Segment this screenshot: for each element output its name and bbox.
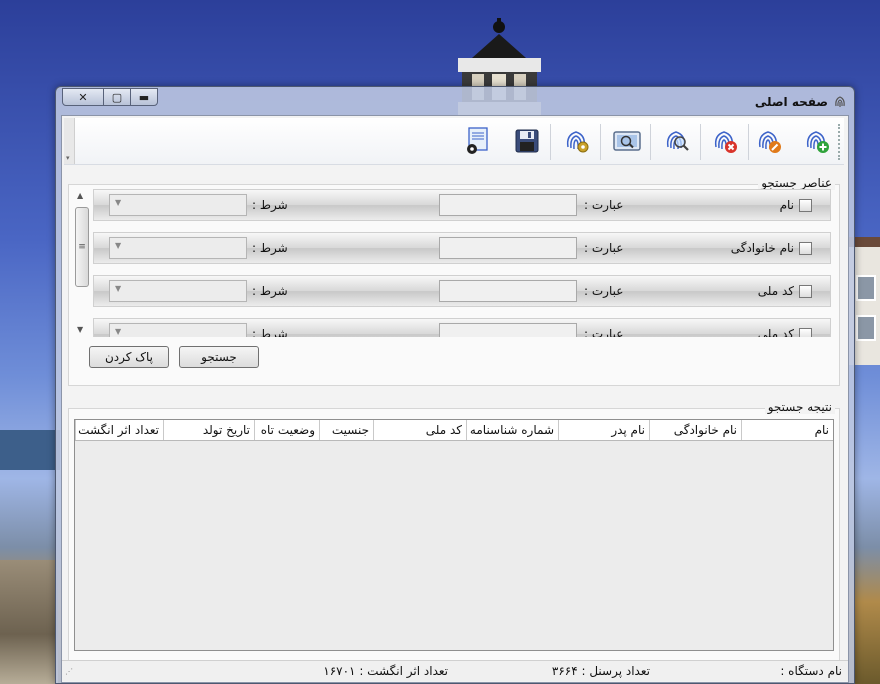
scroll-down-arrow-icon[interactable]: ▼ <box>77 325 83 334</box>
chevron-down-icon: ▼ <box>115 198 122 207</box>
fingerprint-settings-icon <box>566 131 589 153</box>
document-settings-icon <box>467 127 488 154</box>
fingerprint-search-icon <box>666 131 689 151</box>
device-name-status: نام دستگاه : <box>780 664 842 678</box>
search-button[interactable]: جستجو <box>179 346 259 368</box>
window-title: صفحه اصلی <box>754 95 828 109</box>
column-header[interactable]: وضعیت تاه <box>254 420 319 440</box>
fingerprint-edit-icon <box>758 131 781 153</box>
criteria-checkbox[interactable] <box>799 242 812 255</box>
results-table-header: نام نام خانوادگی نام پدر شماره شناسنامه … <box>75 420 833 441</box>
scroll-thumb[interactable]: ≡ <box>75 207 89 287</box>
criteria-checkbox[interactable] <box>799 199 812 212</box>
add-fingerprint-button[interactable] <box>800 124 834 158</box>
expression-label: عبارت : <box>584 284 624 298</box>
edit-fingerprint-button[interactable] <box>752 124 786 158</box>
criteria-scrollbar[interactable]: ▲ ≡ ▼ <box>75 191 89 336</box>
sea-image <box>0 430 60 470</box>
condition-label: شرط : <box>252 241 288 255</box>
criteria-field-name: نام <box>779 198 794 212</box>
toolbar: ▾ <box>64 118 844 165</box>
expression-input[interactable] <box>439 194 577 216</box>
criteria-field-name: نام خانوادگی <box>730 241 794 255</box>
column-header[interactable]: تعداد اثر انگشت <box>75 420 163 440</box>
scan-preview-icon <box>613 131 641 151</box>
criteria-row-national-code: کد ملی عبارت : شرط : ▼ <box>93 275 831 307</box>
maximize-button[interactable]: ▢ <box>103 88 131 106</box>
expression-label: عبارت : <box>584 241 624 255</box>
criteria-row-partial: کد ملی عبارت : شرط : ▼ <box>93 318 831 337</box>
column-header[interactable]: جنسیت <box>319 420 373 440</box>
save-icon <box>515 129 539 153</box>
fingerprint-add-icon <box>806 131 829 153</box>
criteria-row-first-name: نام عبارت : شرط : ▼ <box>93 189 831 221</box>
search-criteria-group: عناصر جستجو ▲ ≡ ▼ نام عبارت : شرط : ▼ نا… <box>68 176 840 386</box>
condition-dropdown[interactable]: ▼ <box>109 323 247 337</box>
scroll-up-arrow-icon[interactable]: ▲ <box>77 191 83 200</box>
column-header[interactable]: نام پدر <box>558 420 649 440</box>
client-area: ▾ عناصر جستجو ▲ ≡ ▼ نام عبارت: شرط: ▼ … <box>61 115 849 683</box>
condition-dropdown[interactable]: ▼ <box>109 237 247 259</box>
resize-grip-icon[interactable]: ⋰ <box>65 667 73 676</box>
results-table[interactable]: نام نام خانوادگی نام پدر شماره شناسنامه … <box>74 419 834 651</box>
column-header[interactable]: شماره شناسنامه <box>466 420 558 440</box>
save-button[interactable] <box>510 124 544 158</box>
search-fingerprint-button[interactable] <box>660 124 694 158</box>
criteria-checkbox[interactable] <box>799 285 812 298</box>
fingerprint-settings-button[interactable] <box>560 124 594 158</box>
expression-label: عبارت : <box>584 327 624 337</box>
main-window: ✕ ▢ ▬ صفحه اصلی ▾ عناصر جستجو ▲ ≡ ▼ نام … <box>55 86 855 684</box>
scan-preview-button[interactable] <box>610 124 644 158</box>
window-controls: ✕ ▢ ▬ <box>62 88 158 107</box>
delete-fingerprint-button[interactable] <box>708 124 742 158</box>
document-settings-button[interactable] <box>460 124 494 158</box>
column-header[interactable]: نام <box>741 420 833 440</box>
condition-label: شرط : <box>252 198 288 212</box>
expression-label: عبارت : <box>584 198 624 212</box>
column-header[interactable]: نام خانوادگی <box>649 420 741 440</box>
rocks-image <box>0 560 58 684</box>
search-results-group: نتیجه جستجو نام نام خانوادگی نام پدر شما… <box>68 400 840 666</box>
expression-input[interactable] <box>439 237 577 259</box>
condition-dropdown[interactable]: ▼ <box>109 194 247 216</box>
criteria-checkbox[interactable] <box>799 328 812 337</box>
expression-input[interactable] <box>439 280 577 302</box>
column-header[interactable]: کد ملی <box>373 420 466 440</box>
chevron-down-icon: ▼ <box>115 284 122 293</box>
toolbar-overflow[interactable]: ▾ <box>64 118 75 164</box>
search-group-title: عناصر جستجو <box>758 176 835 190</box>
criteria-field-name: کد ملی <box>757 284 794 298</box>
criteria-rows: نام عبارت : شرط : ▼ نام خانوادگی عبارت :… <box>93 189 833 337</box>
fingerprint-count-status: تعداد اثر انگشت : ۱۶۷۰۱ <box>323 664 448 678</box>
status-bar: ⋰ نام دستگاه : تعداد پرسنل : ۳۶۶۴ تعداد … <box>62 660 848 681</box>
fingerprint-delete-icon <box>714 131 737 153</box>
condition-dropdown[interactable]: ▼ <box>109 280 247 302</box>
condition-label: شرط : <box>252 327 288 337</box>
close-button[interactable]: ✕ <box>62 88 104 106</box>
condition-label: شرط : <box>252 284 288 298</box>
chevron-down-icon: ▼ <box>115 241 122 250</box>
expression-input[interactable] <box>439 323 577 337</box>
results-group-title: نتیجه جستجو <box>764 400 835 414</box>
clear-button[interactable]: پاک کردن <box>89 346 169 368</box>
criteria-field-name: کد ملی <box>757 327 794 337</box>
personnel-count-status: تعداد پرسنل : ۳۶۶۴ <box>551 664 650 678</box>
minimize-button[interactable]: ▬ <box>130 88 158 106</box>
chevron-down-icon: ▼ <box>115 327 122 336</box>
title-bar[interactable]: ✕ ▢ ▬ صفحه اصلی <box>56 87 854 115</box>
fingerprint-app-icon <box>835 96 845 107</box>
toolbar-grip[interactable] <box>838 124 844 160</box>
column-header[interactable]: تاریخ تولد <box>163 420 254 440</box>
criteria-row-last-name: نام خانوادگی عبارت : شرط : ▼ <box>93 232 831 264</box>
